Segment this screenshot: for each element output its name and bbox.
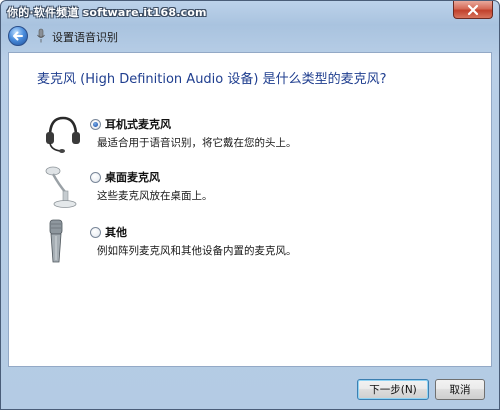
cancel-button[interactable]: 取消 [435, 379, 485, 400]
page-heading: 麦克风 (High Definition Audio 设备) 是什么类型的麦克风… [37, 72, 387, 87]
close-icon [467, 4, 479, 15]
desktop-microphone-icon [45, 166, 77, 208]
option-description-desktop: 这些麦克风放在桌面上。 [97, 190, 213, 202]
nav-title: 设置语音识别 [52, 31, 118, 44]
handheld-microphone-icon [49, 219, 63, 263]
option-label-headset: 耳机式麦克风 [105, 118, 171, 131]
radio-other[interactable] [90, 227, 101, 238]
radio-headset[interactable] [90, 119, 101, 130]
option-other[interactable]: 其他 例如阵列麦克风和其他设备内置的麦克风。 [39, 218, 459, 266]
option-headset[interactable]: 耳机式麦克风 最适合用于语音识别，将它戴在您的头上。 [39, 110, 459, 158]
headset-microphone-icon [46, 116, 80, 153]
content-panel: 麦克风 (High Definition Audio 设备) 是什么类型的麦克风… [8, 52, 492, 367]
microphone-icon [37, 28, 45, 43]
back-button[interactable] [8, 26, 28, 46]
title-bar[interactable]: 你的·软件频道 software.it168.com [1, 1, 499, 23]
navigation-bar: 设置语音识别 [1, 23, 499, 49]
back-arrow-icon [13, 31, 23, 41]
option-label-desktop: 桌面麦克风 [105, 171, 160, 184]
watermark-text: 你的·软件频道 software.it168.com [7, 6, 207, 19]
radio-desktop[interactable] [90, 172, 101, 183]
button-bar: 下一步(N) 取消 [1, 367, 499, 409]
option-description-headset: 最适合用于语音识别，将它戴在您的头上。 [97, 137, 297, 149]
close-button[interactable] [453, 1, 493, 19]
option-description-other: 例如阵列麦克风和其他设备内置的麦克风。 [97, 245, 297, 257]
option-desktop[interactable]: 桌面麦克风 这些麦克风放在桌面上。 [39, 163, 459, 211]
option-label-other: 其他 [105, 226, 127, 239]
speech-setup-window: 你的·软件频道 software.it168.com 设置语音识别 麦克风 (H… [0, 0, 500, 410]
next-button[interactable]: 下一步(N) [357, 379, 429, 400]
